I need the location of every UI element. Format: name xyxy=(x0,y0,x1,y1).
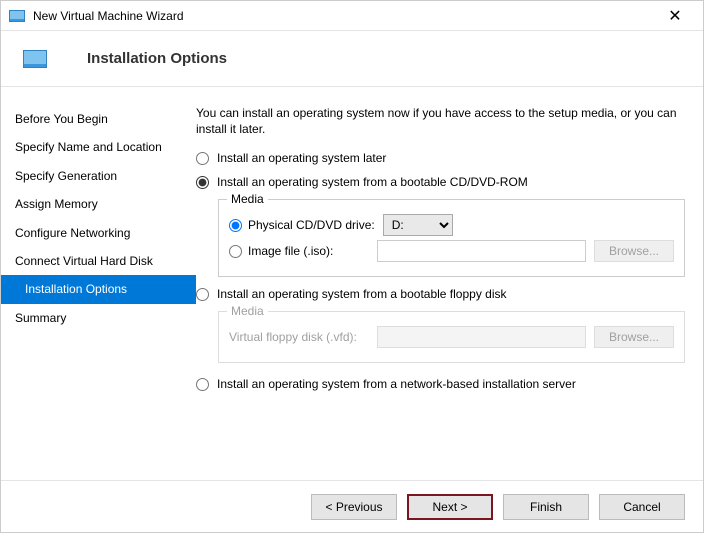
radio-install-network[interactable] xyxy=(196,378,209,391)
nav-specify-name-location[interactable]: Specify Name and Location xyxy=(1,133,196,161)
row-image-file: Image file (.iso): Browse... xyxy=(229,240,674,262)
option-install-network[interactable]: Install an operating system from a netwo… xyxy=(196,377,685,391)
header: Installation Options xyxy=(1,31,703,87)
description-text: You can install an operating system now … xyxy=(196,105,685,137)
row-vfd: Virtual floppy disk (.vfd): Browse... xyxy=(229,326,674,348)
option-install-cd[interactable]: Install an operating system from a boota… xyxy=(196,175,685,189)
radio-image-file[interactable] xyxy=(229,245,242,258)
nav-assign-memory[interactable]: Assign Memory xyxy=(1,190,196,218)
radio-install-floppy[interactable] xyxy=(196,288,209,301)
iso-path-input[interactable] xyxy=(377,240,586,262)
label-install-cd: Install an operating system from a boota… xyxy=(217,175,528,189)
nav-configure-networking[interactable]: Configure Networking xyxy=(1,219,196,247)
next-button[interactable]: Next > xyxy=(407,494,493,520)
browse-iso-button[interactable]: Browse... xyxy=(594,240,674,262)
media-floppy-group: Media Virtual floppy disk (.vfd): Browse… xyxy=(218,311,685,363)
row-physical-drive: Physical CD/DVD drive: D: xyxy=(229,214,674,236)
media-cd-group: Media Physical CD/DVD drive: D: Image fi… xyxy=(218,199,685,277)
content-pane: You can install an operating system now … xyxy=(196,87,703,480)
wizard-window: New Virtual Machine Wizard ✕ Installatio… xyxy=(0,0,704,533)
vfd-path-input xyxy=(377,326,586,348)
label-physical-drive: Physical CD/DVD drive: xyxy=(248,218,375,232)
label-image-file: Image file (.iso): xyxy=(248,244,333,258)
window-title: New Virtual Machine Wizard xyxy=(33,9,655,23)
nav-summary[interactable]: Summary xyxy=(1,304,196,332)
media-legend: Media xyxy=(227,192,268,206)
title-bar: New Virtual Machine Wizard ✕ xyxy=(1,1,703,31)
option-install-floppy[interactable]: Install an operating system from a boota… xyxy=(196,287,685,301)
nav-steps: Before You Begin Specify Name and Locati… xyxy=(1,87,196,480)
previous-button[interactable]: < Previous xyxy=(311,494,397,520)
media-floppy-legend: Media xyxy=(227,304,268,318)
footer: < Previous Next > Finish Cancel xyxy=(1,480,703,532)
nav-specify-generation[interactable]: Specify Generation xyxy=(1,162,196,190)
cancel-button[interactable]: Cancel xyxy=(599,494,685,520)
monitor-icon xyxy=(23,50,47,68)
label-vfd: Virtual floppy disk (.vfd): xyxy=(229,330,357,344)
body: Before You Begin Specify Name and Locati… xyxy=(1,87,703,480)
radio-install-later[interactable] xyxy=(196,152,209,165)
label-install-later: Install an operating system later xyxy=(217,151,386,165)
nav-connect-vhd[interactable]: Connect Virtual Hard Disk xyxy=(1,247,196,275)
page-title: Installation Options xyxy=(87,50,227,67)
close-icon[interactable]: ✕ xyxy=(655,6,695,26)
nav-before-you-begin[interactable]: Before You Begin xyxy=(1,105,196,133)
app-icon xyxy=(9,8,25,24)
label-install-floppy: Install an operating system from a boota… xyxy=(217,287,507,301)
radio-physical-drive[interactable] xyxy=(229,219,242,232)
label-install-network: Install an operating system from a netwo… xyxy=(217,377,576,391)
option-install-later[interactable]: Install an operating system later xyxy=(196,151,685,165)
browse-vfd-button: Browse... xyxy=(594,326,674,348)
finish-button[interactable]: Finish xyxy=(503,494,589,520)
radio-install-cd[interactable] xyxy=(196,176,209,189)
drive-select[interactable]: D: xyxy=(383,214,453,236)
nav-installation-options[interactable]: Installation Options xyxy=(1,275,196,303)
